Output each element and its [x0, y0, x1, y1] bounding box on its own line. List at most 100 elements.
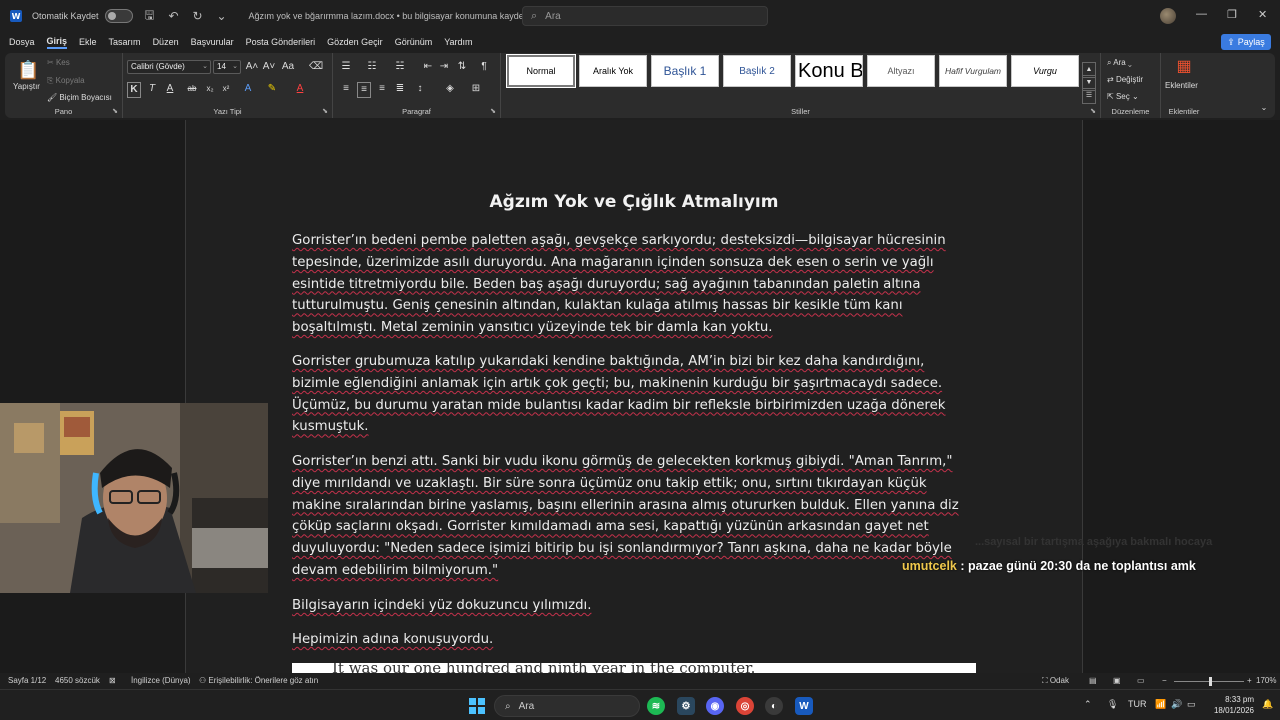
zoom-out-icon[interactable]: −	[1162, 676, 1167, 685]
input-language[interactable]: TUR	[1128, 699, 1147, 709]
volume-icon[interactable]: 🔊	[1171, 699, 1182, 710]
justify-icon[interactable]: ≣	[393, 82, 407, 96]
obs-icon[interactable]: ◐	[765, 697, 783, 715]
word-count[interactable]: 4650 sözcük	[55, 676, 100, 685]
borders-icon[interactable]: ⊞	[469, 82, 483, 96]
menu-posta-gonderileri[interactable]: Posta Gönderileri	[246, 37, 316, 47]
style-emphasis[interactable]: Vurgu	[1011, 55, 1079, 87]
font-launcher-icon[interactable]: ⬊	[322, 107, 328, 115]
print-layout-icon[interactable]: ▣	[1113, 676, 1121, 685]
paste-icon[interactable]: 📋	[17, 59, 39, 81]
menu-giris[interactable]: Giriş	[46, 36, 68, 49]
web-layout-icon[interactable]: ▭	[1137, 676, 1145, 685]
word-taskbar-icon[interactable]: W	[795, 697, 813, 715]
autosave-toggle[interactable]	[104, 9, 133, 23]
discord-icon[interactable]: ◉	[706, 697, 724, 715]
addins-icon[interactable]: ▦	[1175, 58, 1193, 76]
wifi-icon[interactable]: 📶	[1155, 699, 1166, 710]
font-size-combo[interactable]: 14 ⌄	[213, 60, 241, 74]
font-color-icon[interactable]: A	[293, 82, 307, 96]
show-marks-icon[interactable]: ¶	[477, 60, 491, 74]
addins-button[interactable]: Eklentiler	[1165, 81, 1198, 90]
menu-tasarim[interactable]: Tasarım	[109, 37, 141, 47]
underline-icon[interactable]: A	[163, 82, 177, 96]
bold-icon[interactable]: K	[127, 82, 141, 98]
paragraph-5[interactable]: Hepimizin adına konuşuyordu.	[292, 629, 962, 651]
align-center-icon[interactable]: ≡	[357, 82, 371, 98]
minimize-icon[interactable]: —	[1196, 8, 1207, 20]
find-button[interactable]: ⌕ Ara ⌄	[1107, 58, 1132, 68]
start-icon[interactable]	[469, 698, 485, 714]
ribbon-collapse-icon[interactable]: ⌄	[1257, 101, 1271, 115]
styles-more-icon[interactable]: ☰	[1082, 88, 1096, 104]
tray-overflow-icon[interactable]: ⌃	[1084, 699, 1092, 710]
superscript-icon[interactable]: x²	[219, 82, 233, 96]
shrink-font-icon[interactable]: A˅	[262, 60, 276, 74]
menu-ekle[interactable]: Ekle	[79, 37, 97, 47]
shading-icon[interactable]: ◈	[443, 82, 457, 96]
zoom-slider-thumb[interactable]	[1209, 677, 1212, 686]
multilevel-list-icon[interactable]: ☵	[393, 60, 407, 74]
style-no-spacing[interactable]: Aralık Yok	[579, 55, 647, 87]
chrome-icon[interactable]: ◎	[736, 697, 754, 715]
cut-button[interactable]: ✂ Kes	[47, 58, 70, 67]
menu-gozden-gecir[interactable]: Gözden Geçir	[327, 37, 383, 47]
customize-qat-icon[interactable]: ⌄	[215, 9, 229, 23]
paragraph-3[interactable]: Gorrister’ın benzi attı. Sanki bir vudu …	[292, 451, 962, 582]
paragraph-launcher-icon[interactable]: ⬊	[490, 107, 496, 115]
style-title[interactable]: Konu B	[795, 55, 863, 87]
style-heading-2[interactable]: Başlık 2	[723, 55, 791, 87]
paragraph-4[interactable]: Bilgisayarın içindeki yüz dokuzuncu yılı…	[292, 595, 962, 617]
menu-gorunum[interactable]: Görünüm	[395, 37, 433, 47]
style-subtle-emphasis[interactable]: Hafif Vurgulam	[939, 55, 1007, 87]
change-case-icon[interactable]: Aa	[281, 60, 295, 74]
format-painter-button[interactable]: 🖌 Biçim Boyacısı	[47, 93, 112, 102]
sort-icon[interactable]: ⇅	[455, 60, 469, 74]
font-name-combo[interactable]: Calibri (Gövde) ⌄	[127, 60, 211, 74]
accessibility-indicator[interactable]: ⚇ Erişilebilirlik: Önerilere göz atın	[199, 676, 318, 685]
microphone-icon[interactable]: 🎙	[1107, 699, 1118, 710]
menu-duzen[interactable]: Düzen	[153, 37, 179, 47]
clear-formatting-icon[interactable]: ⌫	[309, 60, 323, 74]
steam-icon[interactable]: ⚙	[677, 697, 695, 715]
clipboard-launcher-icon[interactable]: ⬊	[112, 107, 118, 115]
replace-button[interactable]: ⇄ Değiştir	[1107, 75, 1143, 84]
grow-font-icon[interactable]: A˄	[245, 60, 259, 74]
page-indicator[interactable]: Sayfa 1/12	[8, 676, 46, 685]
decrease-indent-icon[interactable]: ⇤	[421, 60, 435, 74]
undo-icon[interactable]: ↶	[167, 9, 181, 23]
read-mode-icon[interactable]: ▤	[1089, 676, 1097, 685]
avatar[interactable]	[1160, 8, 1176, 24]
text-effects-icon[interactable]: A	[241, 82, 255, 96]
style-normal[interactable]: Normal	[506, 54, 576, 88]
style-subtitle[interactable]: Altyazı	[867, 55, 935, 87]
paragraph-2[interactable]: Gorrister grubumuza katılıp yukarıdaki k…	[292, 351, 962, 438]
numbering-icon[interactable]: ☷	[365, 60, 379, 74]
redo-icon[interactable]: ↻	[191, 9, 205, 23]
notifications-icon[interactable]: 🔔	[1262, 699, 1273, 710]
taskbar-clock[interactable]: 8:33 pm 18/01/2026	[1208, 694, 1254, 716]
copy-button[interactable]: ⎘ Kopyala	[47, 76, 85, 86]
battery-icon[interactable]: ▭	[1187, 699, 1196, 710]
save-icon[interactable]: 🖫	[143, 6, 157, 27]
share-button[interactable]: ⇪ Paylaş	[1221, 34, 1271, 50]
menu-dosya[interactable]: Dosya	[9, 37, 35, 47]
focus-button[interactable]: ⛶ Odak	[1042, 676, 1069, 686]
align-left-icon[interactable]: ≡	[339, 82, 353, 96]
proofing-icon[interactable]: ⊠	[109, 676, 116, 685]
italic-icon[interactable]: T	[145, 82, 159, 96]
title-search-box[interactable]: ⌕ Ara	[522, 6, 768, 26]
zoom-in-icon[interactable]: +	[1247, 676, 1252, 685]
paragraph-1[interactable]: Gorrister’ın bedeni pembe paletten aşağı…	[292, 230, 962, 339]
embedded-text-image[interactable]: It was our one hundred and ninth year in…	[292, 663, 976, 673]
menu-basvurular[interactable]: Başvurular	[191, 37, 234, 47]
strikethrough-icon[interactable]: ab	[185, 82, 199, 96]
bullets-icon[interactable]: ☰	[339, 60, 353, 74]
select-button[interactable]: ⇱ Seç ⌄	[1107, 92, 1139, 101]
styles-launcher-icon[interactable]: ⬊	[1090, 107, 1096, 115]
paste-button[interactable]: Yapıştır	[13, 82, 40, 91]
spotify-icon[interactable]: ≋	[647, 697, 665, 715]
taskbar-search[interactable]: ⌕ Ara	[494, 695, 640, 717]
close-icon[interactable]: ✕	[1258, 8, 1267, 21]
highlight-icon[interactable]: ✎	[265, 82, 279, 96]
